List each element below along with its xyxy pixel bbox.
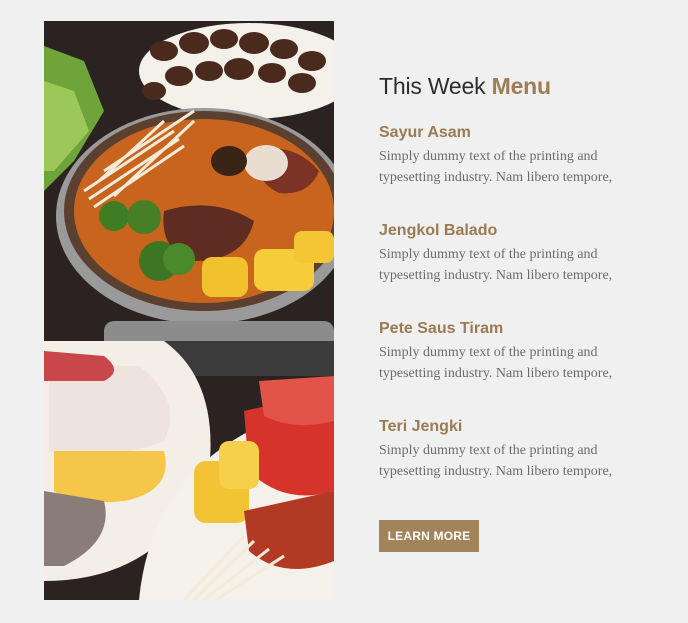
- menu-item-name: Sayur Asam: [379, 124, 471, 141]
- menu-item-desc: Simply dummy text of the printing and ty…: [379, 149, 613, 185]
- section-heading: This Week Menu: [379, 73, 551, 99]
- food-photo: [44, 21, 334, 600]
- menu-item: Teri Jengki Simply dummy text of the pri…: [379, 416, 619, 504]
- menu-item: Jengkol Balado Simply dummy text of the …: [379, 220, 619, 308]
- menu-item-name: Jengkol Balado: [379, 222, 498, 239]
- learn-more-button[interactable]: LEARN MORE: [379, 520, 479, 552]
- menu-item: Sayur Asam Simply dummy text of the prin…: [379, 122, 619, 210]
- menu-list: Sayur Asam Simply dummy text of the prin…: [379, 122, 619, 504]
- menu-item-desc: Simply dummy text of the printing and ty…: [379, 247, 613, 283]
- menu-item: Pete Saus Tiram Simply dummy text of the…: [379, 318, 619, 406]
- menu-item-name: Teri Jengki: [379, 418, 463, 435]
- menu-section: This Week Menu Sayur Asam Simply dummy t…: [379, 70, 619, 514]
- menu-item-name: Pete Saus Tiram: [379, 320, 504, 337]
- menu-item-desc: Simply dummy text of the printing and ty…: [379, 443, 613, 479]
- menu-item-desc: Simply dummy text of the printing and ty…: [379, 345, 613, 381]
